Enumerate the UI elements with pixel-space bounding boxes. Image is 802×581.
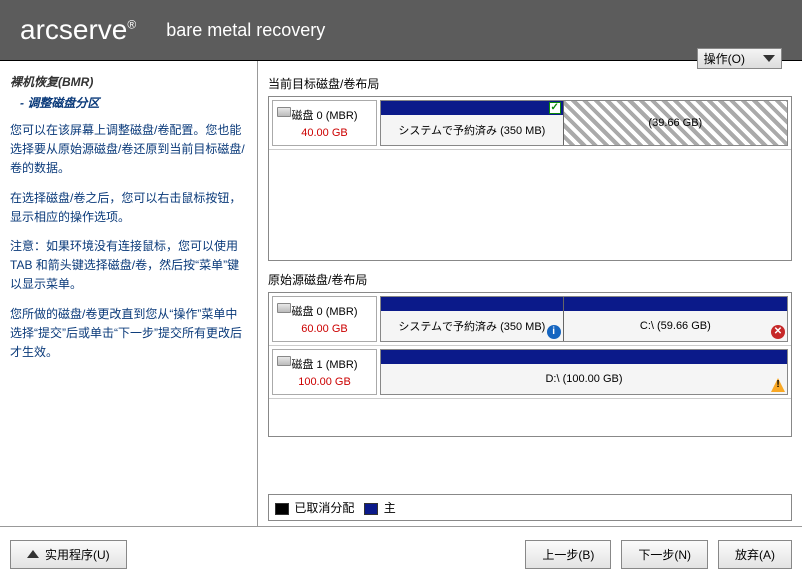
target-section-label: 当前目标磁盘/卷布局 — [268, 75, 792, 92]
disk-label[interactable]: 磁盘 0 (MBR) 60.00 GB — [272, 296, 377, 342]
legend: 已取消分配 主 — [268, 494, 792, 521]
disk-label[interactable]: 磁盘 1 (MBR) 100.00 GB — [272, 349, 377, 395]
partition-label: C:\ (59.66 GB) — [640, 320, 711, 332]
disk-row[interactable]: 磁盘 0 (MBR) 40.00 GB ✓ システムで予約済み (350 MB) (39… — [269, 97, 791, 150]
disk-size: 60.00 GB — [277, 323, 372, 335]
error-icon: ✕ — [771, 325, 785, 339]
partition[interactable]: ✓ システムで予約済み (350 MB) — [381, 101, 564, 145]
brand-logo: arcserve® — [20, 14, 136, 46]
partition-strip: システムで予約済み (350 MB)i C:\ (59.66 GB) ✕ — [380, 296, 788, 342]
main-area: 当前目标磁盘/卷布局 操作(O) 磁盘 0 (MBR)40.00 GB✓システム… — [258, 61, 802, 526]
partition[interactable]: C:\ (59.66 GB) ✕ — [564, 297, 787, 341]
next-button[interactable]: 下一步(N) — [621, 540, 708, 569]
sidebar-para-1: 您可以在该屏幕上调整磁盘/卷配置。您也能选择要从原始源磁盘/卷还原到当前目标磁盘… — [10, 121, 247, 179]
disk-label[interactable]: 磁盘 0 (MBR) 40.00 GB — [272, 100, 377, 146]
partition-header — [381, 297, 563, 311]
partition-label: (39.66 GB) — [648, 117, 702, 129]
check-icon: ✓ — [549, 102, 561, 114]
footer: 实用程序(U) 上一步(B) 下一步(N) 放弃(A) — [0, 526, 802, 581]
info-icon: i — [547, 325, 561, 339]
ops-button-label: 操作(O) — [704, 50, 745, 67]
operations-menu-button[interactable]: 操作(O) — [697, 48, 782, 69]
partition[interactable]: システムで予約済み (350 MB)i — [381, 297, 564, 341]
sidebar: 裸机恢复(BMR) - 调整磁盘分区 您可以在该屏幕上调整磁盘/卷配置。您也能选… — [0, 61, 258, 526]
partition-label: システムで予約済み (350 MB) — [398, 318, 545, 334]
source-section-label: 原始源磁盘/卷布局 — [268, 271, 792, 288]
sidebar-subtitle: - 调整磁盘分区 — [20, 94, 247, 111]
legend-label-unallocated: 已取消分配 — [294, 501, 354, 515]
app-header: arcserve® bare metal recovery — [0, 0, 802, 60]
partition[interactable]: D:\ (100.00 GB)! — [381, 350, 787, 394]
partition-body: C:\ (59.66 GB) ✕ — [564, 311, 787, 341]
disk-name: 磁盘 0 (MBR) — [277, 107, 372, 123]
chevron-up-icon — [27, 550, 39, 558]
legend-swatch-primary — [364, 503, 378, 515]
target-disk-panel: 磁盘 0 (MBR) 40.00 GB ✓ システムで予約済み (350 MB) (39… — [268, 96, 792, 261]
sidebar-para-2: 在选择磁盘/卷之后，您可以右击鼠标按钮，显示相应的操作选项。 — [10, 189, 247, 227]
disk-name: 磁盘 1 (MBR) — [277, 356, 372, 372]
disk-name: 磁盘 0 (MBR) — [277, 303, 372, 319]
partition-strip: D:\ (100.00 GB)! — [380, 349, 788, 395]
legend-swatch-unallocated — [275, 503, 289, 515]
disk-row[interactable]: 磁盘 0 (MBR)60.00 GBシステムで予約済み (350 MB)iC:\… — [269, 293, 791, 346]
app-subtitle: bare metal recovery — [166, 20, 325, 41]
brand-text: arcserve — [20, 14, 127, 45]
disk-icon — [277, 303, 291, 313]
utility-button[interactable]: 实用程序(U) — [10, 540, 127, 569]
sidebar-para-4: 您所做的磁盘/卷更改直到您从“操作”菜单中选择“提交”后或单击“下一步”提交所有… — [10, 305, 247, 363]
disk-icon — [277, 107, 291, 117]
partition[interactable]: (39.66 GB) — [564, 101, 787, 145]
warn-icon: ! — [771, 378, 785, 392]
sidebar-para-3: 注意：如果环境没有连接鼠标，您可以使用 TAB 和箭头键选择磁盘/卷，然后按“菜… — [10, 237, 247, 295]
partition-label: システムで予約済み (350 MB) — [398, 122, 545, 138]
back-button[interactable]: 上一步(B) — [525, 540, 611, 569]
disk-size: 40.00 GB — [277, 127, 372, 139]
disk-icon — [277, 356, 291, 366]
partition-body: システムで予約済み (350 MB) — [381, 115, 563, 145]
partition-strip: ✓ システムで予約済み (350 MB) (39.66 GB) — [380, 100, 788, 146]
disk-size: 100.00 GB — [277, 376, 372, 388]
sidebar-title: 裸机恢复(BMR) — [10, 73, 247, 90]
registered-icon: ® — [127, 18, 136, 32]
legend-label-primary: 主 — [384, 501, 396, 515]
partition-body: (39.66 GB) — [564, 101, 787, 145]
partition-body: D:\ (100.00 GB)! — [381, 364, 787, 394]
partition-label: D:\ (100.00 GB) — [545, 373, 622, 385]
utility-button-label: 实用程序(U) — [45, 546, 110, 563]
source-disk-panel: 磁盘 0 (MBR)60.00 GBシステムで予約済み (350 MB)iC:\… — [268, 292, 792, 437]
chevron-down-icon — [763, 55, 775, 62]
partition-header — [381, 350, 787, 364]
partition-header — [564, 297, 787, 311]
disk-row[interactable]: 磁盘 1 (MBR) 100.00 GB D:\ (100.00 GB)! — [269, 346, 791, 399]
partition-header: ✓ — [381, 101, 563, 115]
partition-body: システムで予約済み (350 MB)i — [381, 311, 563, 341]
abort-button[interactable]: 放弃(A) — [718, 540, 792, 569]
